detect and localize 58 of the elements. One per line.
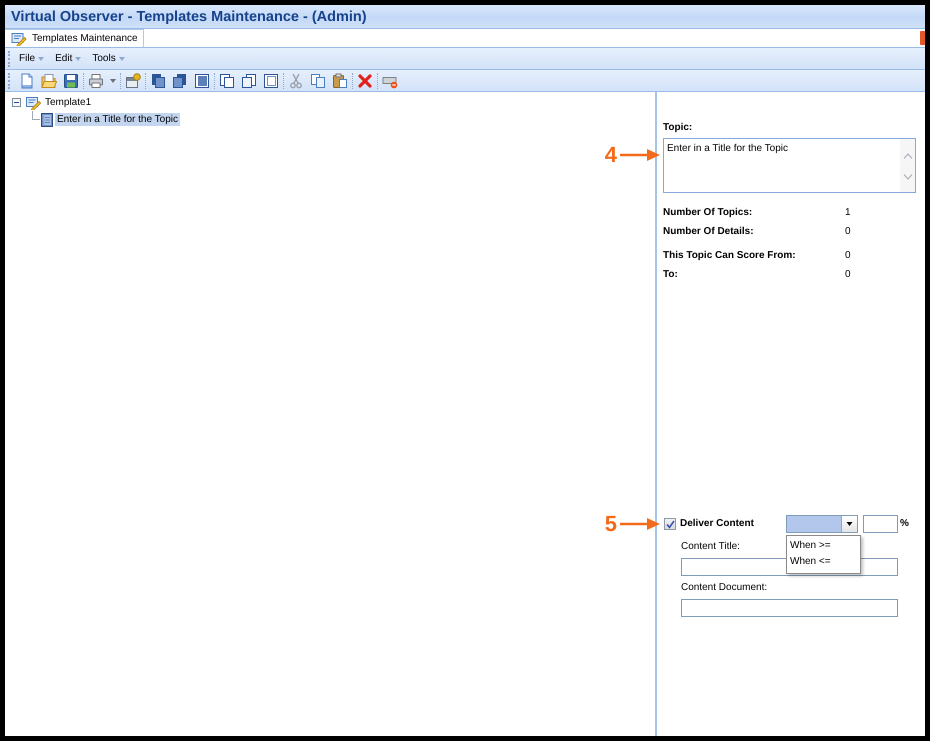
tree-item[interactable]: Template1: [43, 96, 94, 109]
menu-item[interactable]: Edit: [55, 53, 82, 64]
field-label: Content Document:: [681, 582, 768, 594]
topic-label: Topic:: [663, 122, 694, 134]
delete-icon[interactable]: [357, 72, 373, 88]
grip-icon[interactable]: [8, 50, 11, 66]
callout-arrow: [620, 518, 660, 530]
menu-item[interactable]: Tools: [92, 53, 125, 64]
tab[interactable]: Templates Maintenance: [5, 29, 144, 47]
pencil-document-icon: [26, 96, 41, 110]
dropdown-option[interactable]: When <=: [787, 554, 860, 570]
checkbox[interactable]: [664, 518, 676, 530]
stat-label: Number Of Topics:: [663, 206, 754, 218]
field-label: Content Title:: [681, 541, 740, 553]
tree-item[interactable]: Enter in a Title for the Topic: [55, 113, 180, 126]
open-folder-icon[interactable]: [41, 72, 57, 88]
checkbox-label: Deliver Content: [680, 518, 755, 530]
stat-label: This Topic Can Score From:: [663, 250, 797, 262]
callout-number: 4: [604, 144, 617, 166]
copy-icon[interactable]: [310, 72, 326, 88]
pencil-document-icon: [11, 32, 27, 46]
caret-icon: [118, 56, 125, 60]
pages-icon[interactable]: [219, 72, 235, 88]
caret-icon: [38, 56, 44, 60]
topic-field[interactable]: Enter in a Title for the Topic: [663, 138, 916, 193]
stacked-pages-icon[interactable]: [150, 72, 166, 88]
dropdown-option[interactable]: When >=: [787, 538, 860, 554]
window-title: Virtual Observer - Templates Maintenance - (Admin): [11, 8, 367, 24]
stat-label: Number Of Details:: [663, 226, 755, 238]
stacked-pages-icon[interactable]: [194, 72, 210, 88]
save-icon[interactable]: [63, 72, 79, 88]
stacked-pages-icon[interactable]: [172, 72, 188, 88]
percent-field[interactable]: [863, 515, 898, 533]
callout-number: 5: [604, 513, 617, 535]
tree-line: [32, 111, 40, 120]
pages-icon[interactable]: [263, 72, 279, 88]
caret-icon: [110, 78, 116, 82]
document-icon: [41, 112, 53, 126]
stat-label: To:: [663, 268, 679, 280]
card-icon[interactable]: [125, 72, 141, 88]
print-icon[interactable]: [88, 72, 104, 88]
input-field[interactable]: [681, 599, 898, 617]
stat-value: 0: [845, 226, 852, 237]
stat-value: 0: [845, 250, 852, 261]
grip-icon[interactable]: [8, 72, 11, 88]
percent-unit: %: [900, 518, 909, 530]
expander-icon[interactable]: [12, 98, 21, 107]
dropdown-button[interactable]: [841, 516, 857, 532]
caret-icon: [846, 522, 853, 526]
new-document-icon[interactable]: [19, 72, 35, 88]
menu-item[interactable]: File: [19, 53, 44, 64]
stat-value: 0: [845, 269, 852, 280]
caret-icon: [75, 56, 82, 60]
clipboard-icon[interactable]: [332, 72, 348, 88]
pages-icon[interactable]: [241, 72, 257, 88]
tick-icon: [666, 520, 674, 528]
stat-value: 1: [845, 207, 852, 218]
callout-arrow: [620, 149, 660, 161]
